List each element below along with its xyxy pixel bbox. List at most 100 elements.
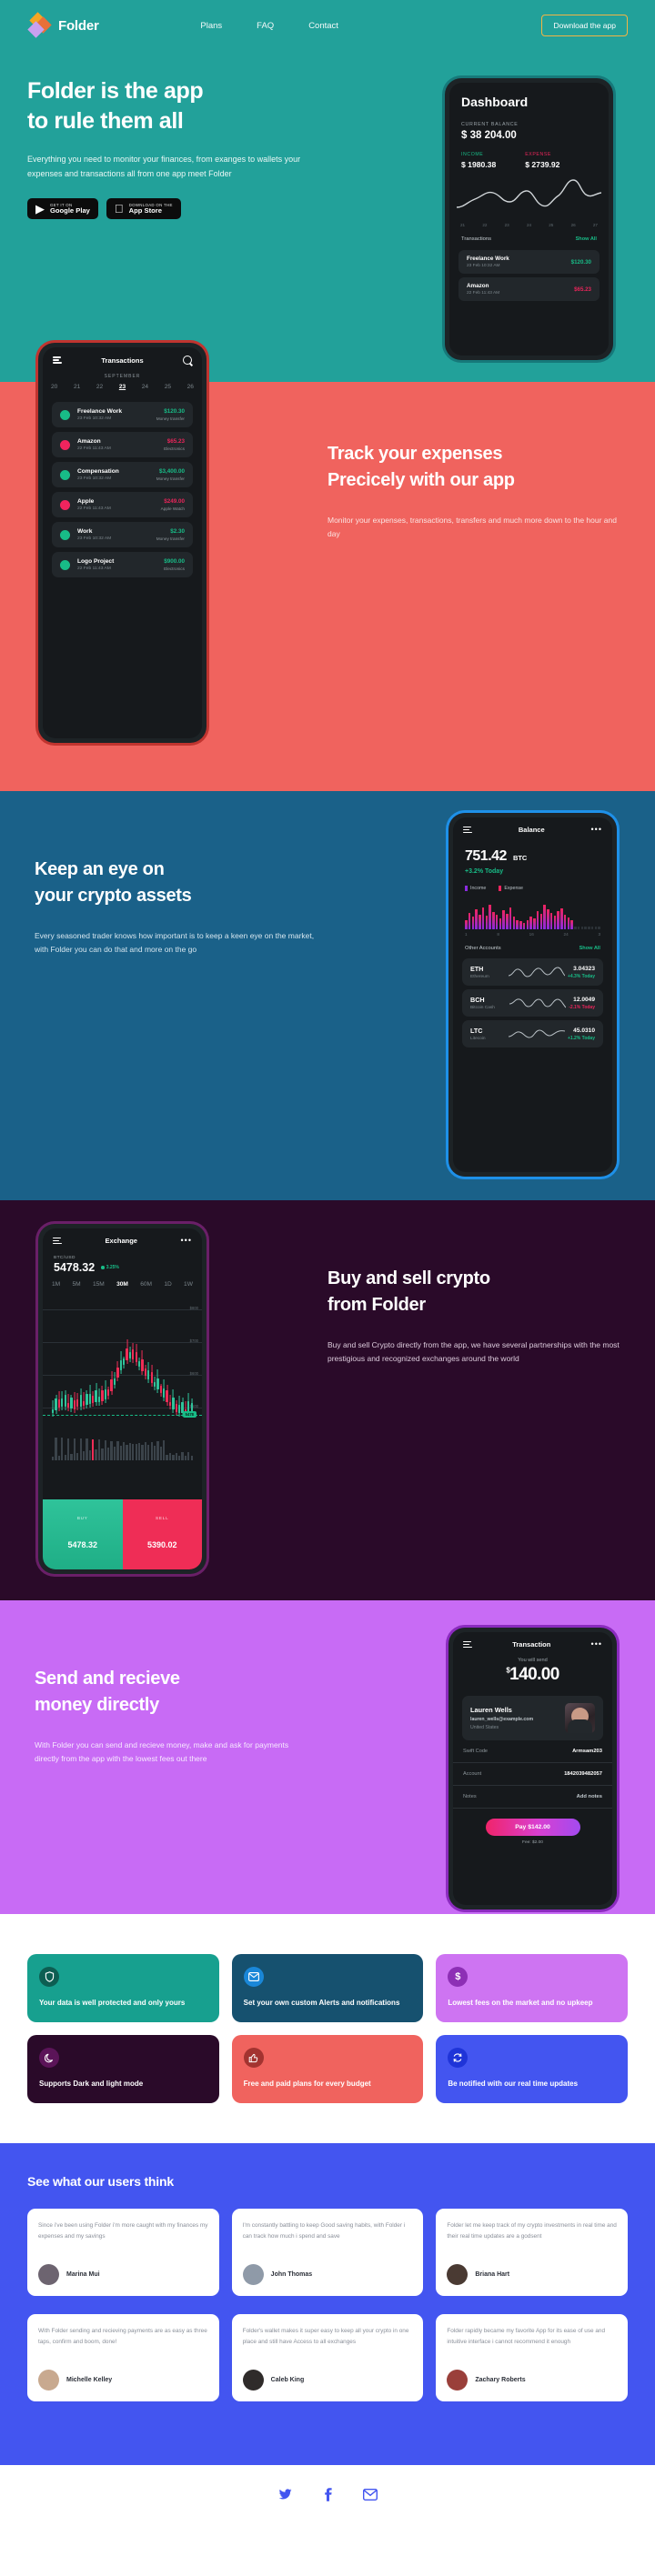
dollar-icon: $ [448, 1967, 469, 1987]
feature-card-data-protection[interactable]: Your data is well protected and only you… [27, 1954, 219, 2022]
transaction-topbar: Transaction ••• [453, 1632, 612, 1652]
feature-card-alerts[interactable]: Set your own custom Alerts and notificat… [231, 1954, 424, 2022]
status-dot-icon [60, 439, 70, 450]
sell-price: 5390.02 [146, 1540, 177, 1549]
google-play-icon: ▶ [35, 201, 45, 216]
facebook-icon[interactable] [320, 2487, 336, 2502]
table-row[interactable]: Amazon 22 Feb 11:43 AM $65.23 [458, 277, 600, 301]
exchange-phone-mockup: Exchange ••• BTC/USD 5478.32 3.25% 1M 5M… [38, 1224, 207, 1574]
nav-link-plans[interactable]: Plans [200, 21, 222, 31]
list-item[interactable]: Compensation 23 Feb 10:32 AM $3,400.00 M… [52, 462, 193, 487]
feature-card-dark-mode[interactable]: Supports Dark and light mode [27, 2035, 219, 2103]
volume-bar [82, 1451, 86, 1460]
list-item[interactable]: Apple 22 Feb 11:43 AM $249.00 Apple Watc… [52, 492, 193, 517]
volume-bar [66, 1438, 70, 1460]
status-dot-icon [60, 529, 70, 540]
menu-icon[interactable] [53, 356, 62, 364]
exchange-pair: BTC/USD [54, 1256, 76, 1260]
google-play-button[interactable]: ▶ GET IT ON Google Play [27, 197, 98, 220]
feature-card-fees[interactable]: $ Lowest fees on the market and no upkee… [436, 1954, 629, 2022]
list-item[interactable]: ETH Ethereum 3.04323 +4.3% Today [462, 958, 603, 986]
timeframe-5m[interactable]: 5M [72, 1281, 80, 1288]
axis-tick: 25 [549, 223, 554, 227]
more-options-icon[interactable]: ••• [591, 825, 602, 834]
show-all-link[interactable]: Show All [579, 946, 600, 951]
volume-bar [92, 1438, 95, 1460]
transactions-phone-mockup: Transactions SEPTEMBER 20 21 22 23 24 25… [38, 343, 207, 743]
transactions-label: Transactions [461, 236, 491, 242]
current-balance-value: $ 38 204.00 [461, 130, 517, 141]
calendar-day-selected[interactable]: 23 [119, 384, 126, 390]
menu-icon[interactable] [53, 1237, 62, 1245]
search-icon[interactable] [183, 356, 192, 365]
timeframe-1w[interactable]: 1W [184, 1281, 193, 1288]
coin-sparkline [507, 965, 568, 979]
bar [557, 911, 559, 929]
more-options-icon[interactable]: ••• [181, 1236, 192, 1245]
testimonial-user: Zachary Roberts [447, 2370, 617, 2391]
buy-button[interactable]: BUY 5478.32 [43, 1499, 123, 1569]
list-item[interactable]: Work 23 Feb 10:32 AM $2.30 Money transfe… [52, 522, 193, 547]
balance-screen: Balance ••• 751.42 BTC +3.2% Today Incom… [453, 817, 612, 1172]
show-all-link[interactable]: Show All [576, 236, 597, 242]
email-icon[interactable] [363, 2487, 378, 2502]
nav-link-contact[interactable]: Contact [308, 21, 338, 31]
timeframe-60m[interactable]: 60M [140, 1281, 152, 1288]
exchange-paragraph: Buy and sell Crypto directly from the ap… [328, 1340, 620, 1364]
transactions-screen: Transactions SEPTEMBER 20 21 22 23 24 25… [43, 347, 202, 738]
calendar-day[interactable]: 20 [51, 384, 57, 390]
twitter-icon[interactable] [277, 2487, 293, 2502]
bar-ghost [577, 927, 580, 929]
crypto-heading: Keep an eye on your crypto assets [35, 857, 317, 909]
calendar-day[interactable]: 24 [142, 384, 148, 390]
brand-logo[interactable]: Folder [27, 12, 99, 38]
chart-x-axis: 21 22 23 24 25 26 27 [449, 221, 609, 227]
bar [529, 917, 532, 929]
add-notes-link[interactable]: Add notes [577, 1794, 602, 1799]
more-options-icon[interactable]: ••• [591, 1639, 602, 1649]
list-item[interactable]: Amazon 22 Feb 11:43 AM $65.23 Electronic… [52, 432, 193, 457]
table-row[interactable]: Freelance Work 23 Feb 10:32 AM $120.30 [458, 250, 600, 274]
list-item[interactable]: Freelance Work 23 Feb 10:32 AM $120.30 M… [52, 402, 193, 427]
timeframe-30m-active[interactable]: 30M [116, 1281, 128, 1288]
testimonial-user: Briana Hart [447, 2264, 617, 2285]
calendar-day[interactable]: 21 [74, 384, 80, 390]
recipient-card[interactable]: Lauren Wells lauren_wells@example.com Un… [462, 1696, 603, 1740]
testimonials-section: See what our users think Since i've been… [0, 2143, 655, 2465]
bar-ghost [580, 927, 584, 929]
bar [479, 914, 481, 929]
coin-name: Litecoin [470, 1037, 486, 1041]
nav-link-faq[interactable]: FAQ [257, 21, 274, 31]
transactions-title: Transactions [101, 356, 144, 365]
feature-card-realtime[interactable]: Be notified with our real time updates [436, 2035, 629, 2103]
calendar-day[interactable]: 22 [96, 384, 103, 390]
app-store-button[interactable]:  Download on the App Store [106, 197, 181, 220]
feature-card-plans[interactable]: Free and paid plans for every budget [231, 2035, 424, 2103]
calendar-day[interactable]: 26 [187, 384, 194, 390]
timeframe-15m[interactable]: 15M [93, 1281, 105, 1288]
nav-links: Plans FAQ Contact [200, 21, 338, 31]
crypto-heading-line1: Keep an eye on [35, 859, 165, 879]
avatar [242, 2370, 264, 2391]
chart-legend: Income Expense [453, 875, 612, 891]
bar [536, 911, 539, 929]
detail-row[interactable]: Notes Add notes [453, 1786, 612, 1809]
transaction-name: Freelance Work [77, 408, 122, 415]
dashboard-screen: Dashboard CURRENT BALANCE $ 38 204.00 IN… [449, 83, 609, 356]
calendar-day[interactable]: 25 [165, 384, 171, 390]
list-item[interactable]: LTC Litecoin 45.0310 +1.2% Today [462, 1020, 603, 1047]
menu-icon[interactable] [463, 826, 472, 834]
menu-icon[interactable] [463, 1640, 472, 1649]
list-item[interactable]: BCH Bitcoin Cash 12.0049 -2.1% Today [462, 989, 603, 1017]
bar [522, 922, 526, 929]
buy-price: 5478.32 [67, 1540, 98, 1549]
pay-button[interactable]: Pay $142.00 [485, 1819, 580, 1836]
bar [543, 904, 546, 929]
timeframe-1d[interactable]: 1D [164, 1281, 171, 1288]
download-app-button[interactable]: Download the app [541, 15, 628, 36]
avatar [447, 2264, 469, 2285]
volume-bar [88, 1450, 91, 1460]
sell-button[interactable]: SELL 5390.02 [122, 1499, 202, 1569]
list-item[interactable]: Logo Project 22 Feb 11:43 AM $900.00 Ele… [52, 552, 193, 577]
timeframe-1m[interactable]: 1M [52, 1281, 60, 1288]
